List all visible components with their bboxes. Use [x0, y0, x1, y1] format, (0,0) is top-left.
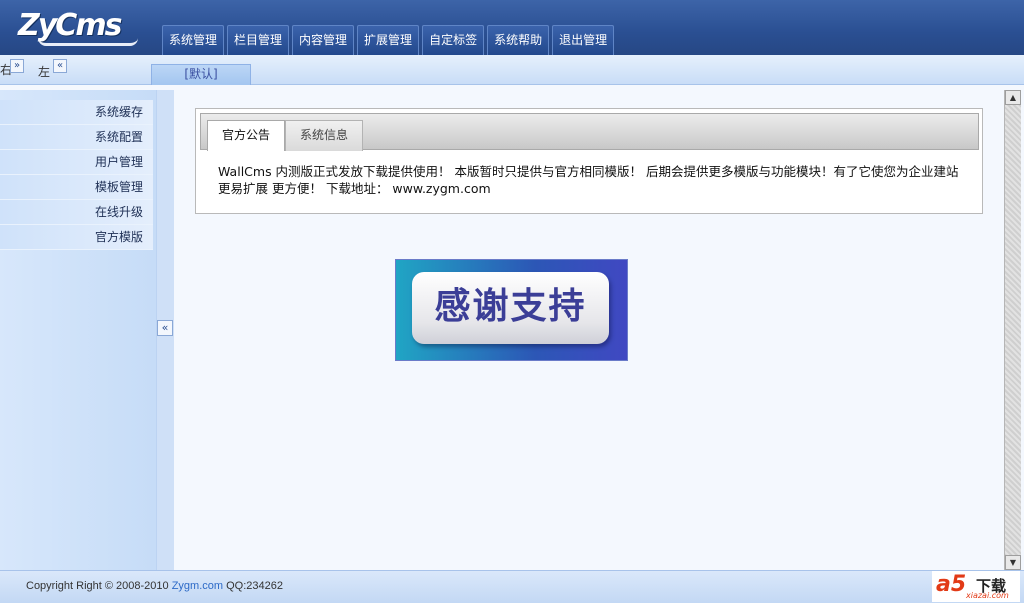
sidebar-item-system-config[interactable]: 系统配置 — [0, 125, 153, 150]
nav-system-help[interactable]: 系统帮助 — [487, 25, 550, 55]
a5-brand: a5 — [936, 572, 967, 597]
thanks-banner-text: 感谢支持 — [412, 272, 609, 344]
nav-system-management[interactable]: 系统管理 — [162, 25, 225, 55]
copyright-text: Copyright Right © 2008-2010 Zygm.com QQ:… — [26, 580, 283, 592]
vertical-scrollbar[interactable]: ▲ ▼ — [1004, 90, 1021, 570]
qq-contact: QQ:234262 — [226, 580, 283, 592]
collapse-sidebar-icon[interactable]: « — [157, 320, 173, 336]
nav-content-management[interactable]: 内容管理 — [292, 25, 355, 55]
tab-official-notice[interactable]: 官方公告 — [207, 120, 286, 151]
sidebar-item-template-management[interactable]: 模板管理 — [0, 175, 153, 200]
copyright-label: Copyright Right © 2008-2010 — [26, 580, 169, 592]
nav-custom-tags[interactable]: 自定标签 — [422, 25, 485, 55]
a5-url: xiazai.com — [966, 591, 1009, 600]
notice-panel: 官方公告 系统信息 WallCms 内测版正式发放下载提供使用！ 本版暂时只提供… — [195, 108, 983, 214]
nav-column-management[interactable]: 栏目管理 — [227, 25, 290, 55]
notice-text: WallCms 内测版正式发放下载提供使用！ 本版暂时只提供与官方相同模版！ 后… — [218, 164, 959, 196]
site-link[interactable]: Zygm.com — [172, 580, 223, 592]
zycms-logo: ZyCms — [18, 8, 138, 46]
sidebar-menu: 系统缓存 系统配置 用户管理 模板管理 在线升级 官方模版 — [0, 100, 153, 250]
footer: Copyright Right © 2008-2010 Zygm.com QQ:… — [0, 570, 1024, 603]
a5-watermark-logo: a5 下载 xiazai.com — [932, 571, 1020, 602]
tab-default[interactable]: [默认] — [151, 64, 251, 85]
left-label: 左 — [38, 65, 51, 79]
sidebar-item-user-management[interactable]: 用户管理 — [0, 150, 153, 175]
expand-right-icon[interactable]: » — [10, 59, 24, 73]
top-navigation: 系统管理 栏目管理 内容管理 扩展管理 自定标签 系统帮助 退出管理 — [162, 25, 615, 55]
logo-swoosh — [38, 38, 138, 46]
sidebar-item-online-upgrade[interactable]: 在线升级 — [0, 200, 153, 225]
scroll-up-icon[interactable]: ▲ — [1005, 90, 1021, 105]
sidebar-item-official-templates[interactable]: 官方模版 — [0, 225, 153, 250]
tab-system-info[interactable]: 系统信息 — [285, 120, 364, 151]
toolbar-strip: 右 » 左 « [默认] — [0, 55, 1024, 85]
nav-extension-management[interactable]: 扩展管理 — [357, 25, 420, 55]
nav-logout[interactable]: 退出管理 — [552, 25, 615, 55]
thanks-banner: 感谢支持 — [395, 259, 628, 361]
panel-tab-bar: 官方公告 系统信息 — [200, 113, 979, 151]
sidebar: 系统缓存 系统配置 用户管理 模板管理 在线升级 官方模版 — [0, 90, 156, 570]
scroll-down-icon[interactable]: ▼ — [1005, 555, 1021, 570]
sidebar-item-system-cache[interactable]: 系统缓存 — [0, 100, 153, 125]
main-content: 官方公告 系统信息 WallCms 内测版正式发放下载提供使用！ 本版暂时只提供… — [174, 90, 1004, 570]
header-bar: ZyCms 系统管理 栏目管理 内容管理 扩展管理 自定标签 系统帮助 退出管理 — [0, 0, 1024, 55]
collapse-left-icon[interactable]: « — [53, 59, 67, 73]
